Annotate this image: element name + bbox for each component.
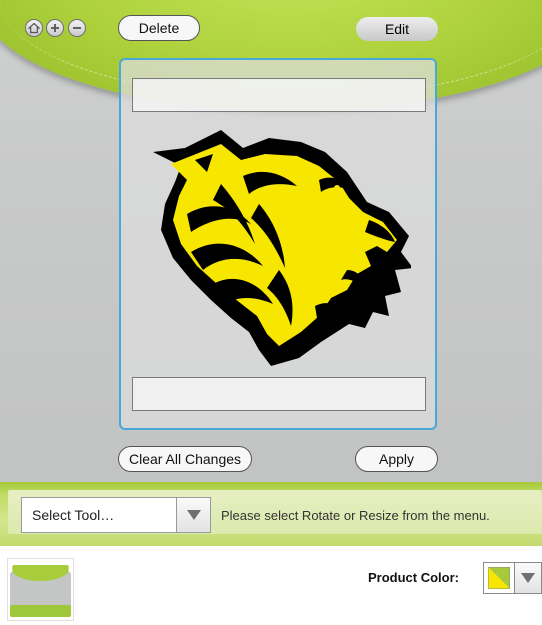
tool-select-dropdown[interactable]: Select Tool… [21, 497, 211, 533]
clear-all-changes-button[interactable]: Clear All Changes [118, 446, 252, 472]
home-icon[interactable] [25, 19, 43, 37]
dropdown-arrow-icon [521, 573, 535, 583]
product-color-label: Product Color: [368, 570, 459, 585]
delete-button[interactable]: Delete [118, 15, 200, 41]
tool-hint-text: Please select Rotate or Resize from the … [221, 508, 490, 523]
bag-thumbnail-icon [10, 565, 71, 617]
product-thumbnail[interactable] [7, 558, 74, 621]
zoom-out-icon[interactable] [68, 19, 86, 37]
top-text-slot[interactable] [132, 78, 426, 112]
dropdown-arrow-icon[interactable] [176, 498, 210, 532]
product-color-swatch[interactable] [483, 562, 515, 594]
edit-button[interactable]: Edit [356, 17, 438, 41]
tool-select-value: Select Tool… [32, 507, 115, 523]
bottom-text-slot[interactable] [132, 377, 426, 411]
apply-button[interactable]: Apply [355, 446, 438, 472]
print-area [119, 58, 437, 430]
zoom-in-icon[interactable] [46, 19, 64, 37]
product-color-dropdown[interactable] [515, 562, 542, 594]
design-canvas: Delete Edit Clear All Changes Apply [0, 0, 542, 482]
tiger-head-artwork[interactable] [151, 120, 411, 368]
